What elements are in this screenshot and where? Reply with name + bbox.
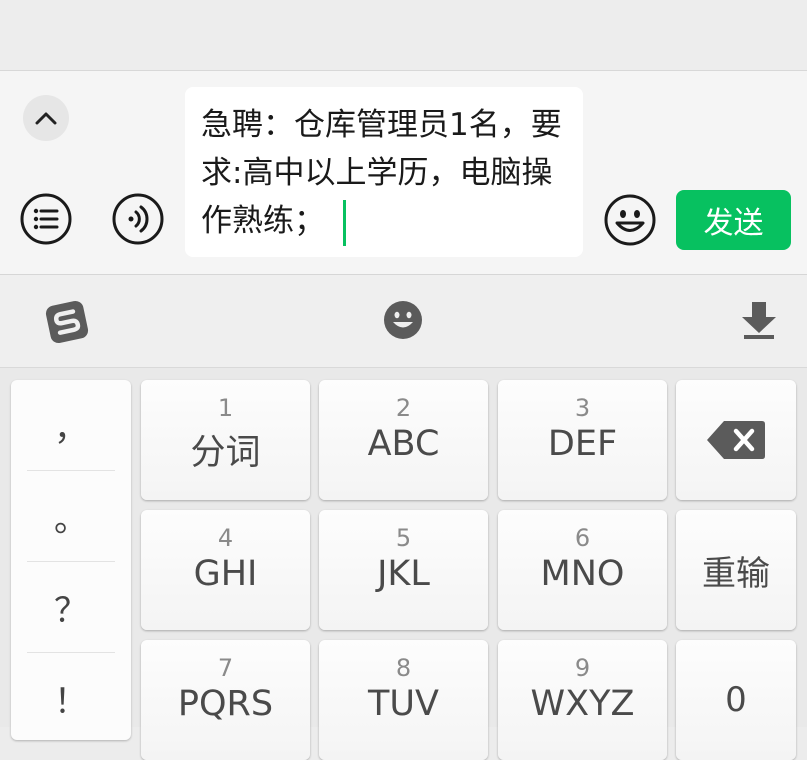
key-label: 分词 bbox=[190, 433, 261, 473]
key-number: 1 bbox=[217, 394, 234, 422]
key-0-label: 0 bbox=[725, 680, 747, 720]
key-number: 4 bbox=[217, 524, 234, 552]
list-icon bbox=[20, 193, 72, 245]
message-input[interactable]: 急聘：仓库管理员1名，要求:高中以上学历，电脑操作熟练； bbox=[185, 87, 583, 257]
retype-label: 重输 bbox=[702, 553, 770, 594]
key-8[interactable]: 8 TUV bbox=[319, 640, 488, 760]
chevron-up-icon bbox=[35, 112, 57, 125]
key-4[interactable]: 4 GHI bbox=[141, 510, 310, 630]
message-text: 急聘：仓库管理员1名，要求:高中以上学历，电脑操作熟练； bbox=[201, 107, 562, 239]
key-1[interactable]: 1 分词 bbox=[141, 380, 310, 500]
keyboard-emoji-button[interactable] bbox=[383, 300, 423, 340]
send-button[interactable]: 发送 bbox=[676, 190, 791, 250]
punct-exclamation-key[interactable]: ！ bbox=[27, 653, 115, 743]
hide-keyboard-icon bbox=[742, 302, 776, 339]
sogou-logo-icon bbox=[45, 300, 89, 344]
emoji-button[interactable] bbox=[604, 194, 656, 246]
backspace-key[interactable] bbox=[676, 380, 796, 500]
sogou-logo-button[interactable] bbox=[45, 300, 89, 344]
key-label: TUV bbox=[368, 684, 439, 724]
key-number: 7 bbox=[217, 654, 234, 682]
text-caret bbox=[343, 199, 346, 246]
key-7[interactable]: 7 PQRS bbox=[141, 640, 310, 760]
punct-question-key[interactable]: ？ bbox=[27, 562, 115, 653]
key-label: WXYZ bbox=[530, 684, 635, 724]
key-number: 3 bbox=[574, 394, 591, 422]
key-label: GHI bbox=[193, 554, 258, 594]
key-0[interactable]: 0 bbox=[676, 640, 796, 760]
key-label: DEF bbox=[547, 424, 618, 464]
key-label: JKL bbox=[377, 554, 430, 594]
hide-keyboard-button[interactable] bbox=[740, 300, 778, 340]
menu-button[interactable] bbox=[20, 193, 72, 245]
punctuation-column: ， 。 ？ ！ bbox=[11, 380, 131, 740]
key-label: PQRS bbox=[177, 684, 274, 724]
key-number: 2 bbox=[395, 394, 412, 422]
key-number: 8 bbox=[395, 654, 412, 682]
key-2[interactable]: 2 ABC bbox=[319, 380, 488, 500]
key-label: ABC bbox=[367, 424, 440, 464]
emoji-icon bbox=[384, 301, 422, 339]
key-9[interactable]: 9 WXYZ bbox=[498, 640, 667, 760]
retype-key[interactable]: 重输 bbox=[676, 510, 796, 630]
key-5[interactable]: 5 JKL bbox=[319, 510, 488, 630]
key-number: 5 bbox=[395, 524, 412, 552]
key-6[interactable]: 6 MNO bbox=[498, 510, 667, 630]
punct-comma-key[interactable]: ， bbox=[27, 380, 115, 471]
voice-icon bbox=[112, 193, 164, 245]
punct-period-key[interactable]: 。 bbox=[27, 471, 115, 562]
key-number: 6 bbox=[574, 524, 591, 552]
key-number: 9 bbox=[574, 654, 591, 682]
key-3[interactable]: 3 DEF bbox=[498, 380, 667, 500]
voice-button[interactable] bbox=[112, 193, 164, 245]
backspace-icon bbox=[707, 421, 765, 459]
key-label: MNO bbox=[540, 554, 625, 594]
smiley-icon bbox=[604, 194, 656, 246]
collapse-button[interactable] bbox=[23, 95, 69, 141]
top-strip bbox=[0, 0, 807, 71]
